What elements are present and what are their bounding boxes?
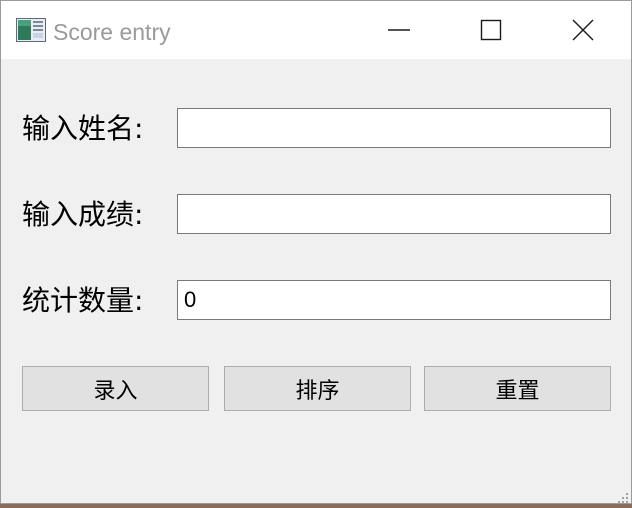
- close-icon: [571, 18, 595, 42]
- maximize-icon: [479, 18, 503, 42]
- score-entry-window: Score entry 输入姓名: 输入成绩: 统计数量: 0 录入 排序 重置: [0, 0, 632, 504]
- reset-button[interactable]: 重置: [424, 366, 611, 411]
- close-button[interactable]: [537, 1, 629, 59]
- score-label: 输入成绩:: [22, 198, 144, 231]
- maximize-button[interactable]: [445, 1, 537, 59]
- score-input[interactable]: [177, 194, 611, 234]
- enter-button[interactable]: 录入: [22, 366, 209, 411]
- app-window-icon: [16, 18, 46, 42]
- resize-grip-icon[interactable]: [617, 489, 629, 503]
- name-label: 输入姓名:: [22, 112, 144, 145]
- minimize-icon: [387, 18, 411, 42]
- count-label: 统计数量:: [22, 284, 144, 317]
- sort-button[interactable]: 排序: [224, 366, 411, 411]
- count-field[interactable]: [177, 280, 611, 320]
- title-bar[interactable]: Score entry: [1, 1, 631, 59]
- minimize-button[interactable]: [353, 1, 445, 59]
- window-title: Score entry: [53, 19, 171, 45]
- name-input[interactable]: [177, 108, 611, 148]
